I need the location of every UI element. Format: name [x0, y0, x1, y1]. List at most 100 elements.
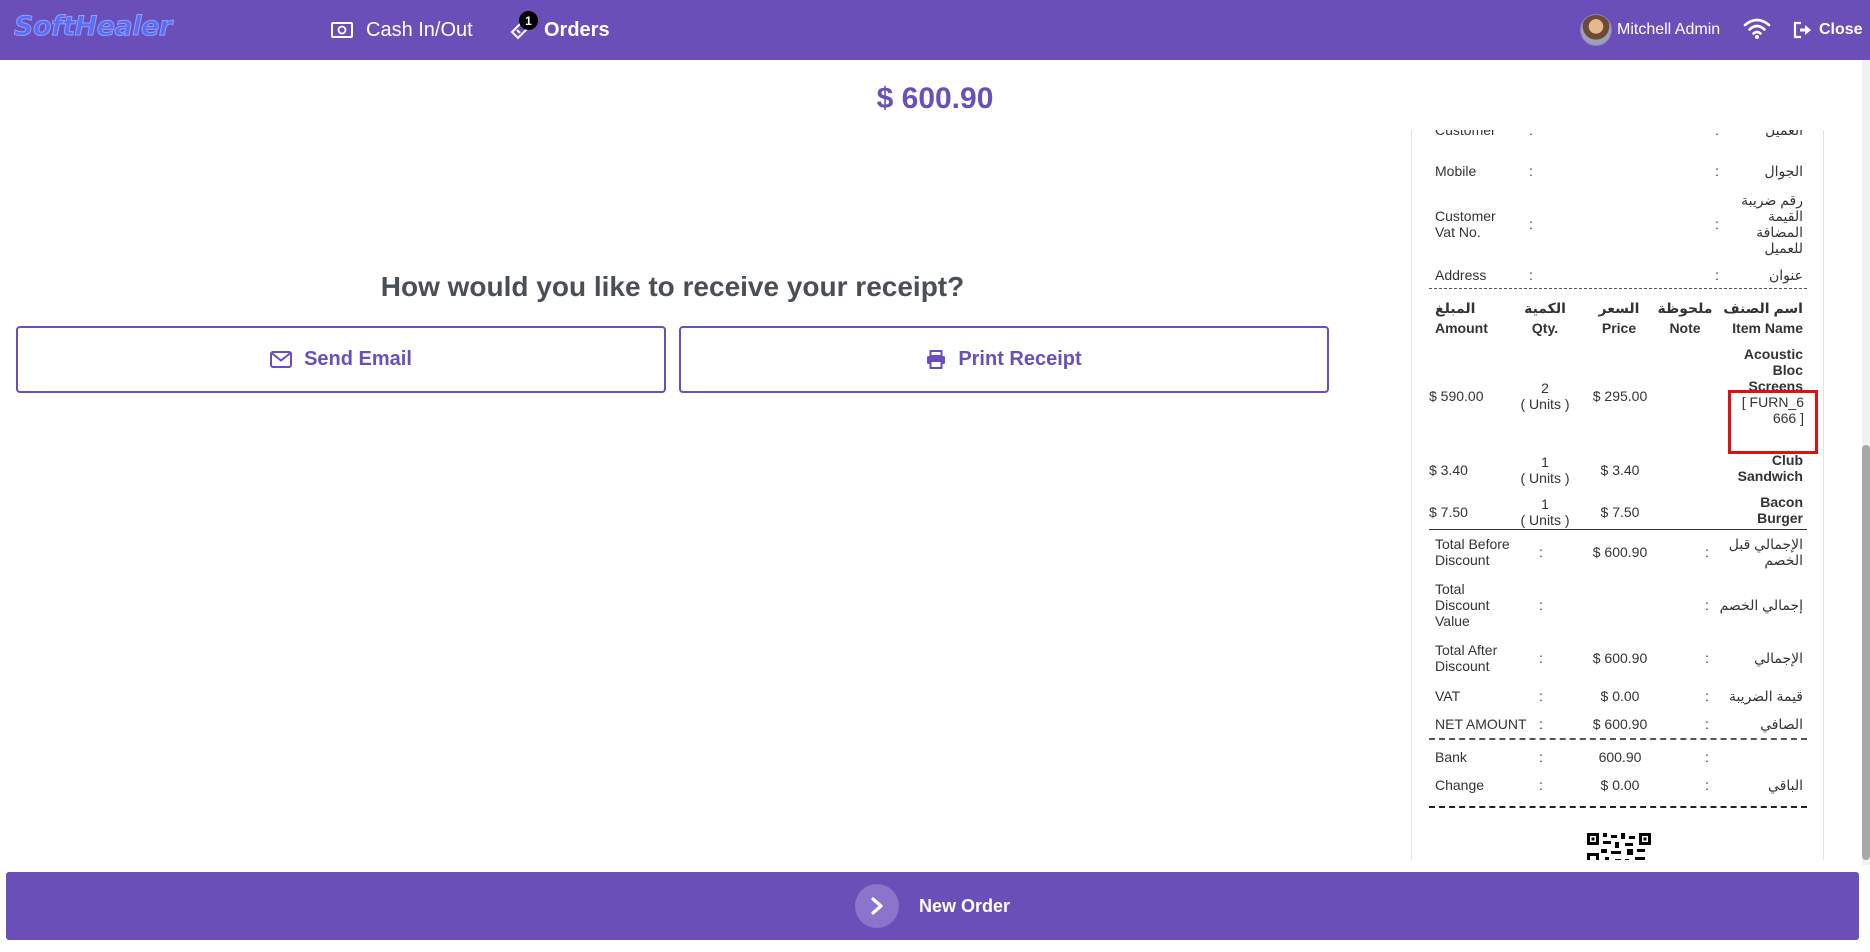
- mobile-label: Mobile: [1435, 163, 1477, 179]
- colon: :: [1715, 163, 1719, 179]
- nav-cash-in-out[interactable]: Cash In/Out: [330, 16, 473, 44]
- divider: [1429, 738, 1807, 740]
- vat-no-label-ar: رقم ضريبة القيمة المضافة للعميل: [1741, 192, 1803, 256]
- user-name: Mitchell Admin: [1617, 21, 1721, 38]
- payment-value: 600.90: [1598, 749, 1642, 765]
- top-navbar: SoftHealer Cash In/Out 1 Orders Mitchell…: [0, 0, 1870, 60]
- line-qty: 1: [1541, 496, 1549, 512]
- receipt-total-row: NET AMOUNT : $ 600.90 : الصافي: [1429, 716, 1807, 736]
- line-item-name: Club Sandwich: [1737, 452, 1803, 484]
- line-price: $ 7.50: [1600, 504, 1640, 520]
- col-amount: Amount: [1435, 320, 1488, 336]
- orders-count-badge: 1: [519, 11, 538, 30]
- line-unit: ( Units ): [1520, 396, 1570, 412]
- scrollbar-thumb[interactable]: [1862, 445, 1870, 860]
- col-item: Item Name: [1732, 320, 1803, 336]
- col-amount-ar: المبلغ: [1435, 300, 1476, 316]
- total-label: VAT: [1435, 688, 1461, 704]
- col-qty: Qty.: [1531, 320, 1559, 336]
- receipt-line-item: $ 590.00 2 ( Units ) $ 295.00 Acoustic B…: [1429, 346, 1807, 450]
- colon: :: [1529, 216, 1533, 232]
- chevron-right-icon: [854, 884, 899, 928]
- total-label-ar: الإجمالي قبل الخصم: [1728, 536, 1803, 568]
- colon: :: [1539, 777, 1543, 793]
- line-price: $ 3.40: [1600, 462, 1640, 478]
- new-order-button[interactable]: New Order: [6, 872, 1859, 940]
- line-item-name: Bacon Burger: [1757, 494, 1803, 526]
- col-price-ar: السعر: [1598, 300, 1640, 316]
- total-value: $ 600.90: [1592, 716, 1648, 732]
- total-value: $ 600.90: [1592, 650, 1648, 666]
- colon: :: [1529, 163, 1533, 179]
- payment-total: $ 600.90: [0, 82, 1870, 116]
- mobile-label-ar: الجوال: [1764, 163, 1804, 179]
- close-label: Close: [1819, 21, 1863, 38]
- receipt-payment-row: Bank : 600.90 :: [1429, 749, 1807, 769]
- address-label: Address: [1435, 267, 1487, 283]
- qr-code: [1587, 833, 1651, 860]
- colon: :: [1539, 650, 1543, 666]
- printer-icon: [927, 350, 946, 369]
- line-amount: $ 7.50: [1429, 504, 1468, 520]
- total-label-ar: الإجمالي: [1754, 650, 1803, 666]
- customer-label-ar: العميل: [1765, 130, 1803, 138]
- payment-label: Bank: [1435, 749, 1467, 765]
- payment-label: Change: [1435, 777, 1485, 793]
- line-amount: $ 3.40: [1429, 462, 1468, 478]
- receipt-info-row: Customer : : العميل: [1429, 130, 1807, 150]
- total-label-ar: قيمة الضريبة: [1728, 688, 1803, 704]
- softhealer-logo: SoftHealer: [14, 11, 173, 43]
- colon: :: [1705, 749, 1709, 765]
- colon: :: [1705, 650, 1709, 666]
- envelope-icon: [270, 351, 293, 368]
- total-label: Total Discount Value: [1435, 581, 1490, 629]
- new-order-label: New Order: [918, 895, 1011, 916]
- receipt-payment-row: Change : $ 0.00 : الباقي: [1429, 777, 1807, 797]
- line-amount: $ 590.00: [1429, 388, 1484, 404]
- receipt-total-row: Total Before Discount : $ 600.90 : الإجم…: [1429, 536, 1807, 572]
- payment-value: $ 0.00: [1600, 777, 1640, 793]
- colon: :: [1539, 688, 1543, 704]
- total-label-ar: الصافي: [1760, 716, 1803, 732]
- print-receipt-button[interactable]: Print Receipt: [679, 326, 1329, 393]
- colon: :: [1715, 216, 1719, 232]
- divider: [1429, 806, 1807, 808]
- col-price: Price: [1601, 320, 1637, 336]
- divider: [1429, 529, 1807, 530]
- colon: :: [1705, 597, 1709, 613]
- total-value: $ 0.00: [1600, 688, 1640, 704]
- nav-orders[interactable]: 1 Orders: [508, 11, 610, 44]
- colon: :: [1539, 597, 1543, 613]
- receipt-total-row: Total After Discount : $ 600.90 : الإجما…: [1429, 642, 1807, 678]
- ticket-icon: 1: [508, 11, 538, 42]
- col-item-ar: اسم الصنف: [1723, 300, 1803, 316]
- receipt-preview[interactable]: Customer : : العميل Mobile : : الجوال Cu…: [1411, 130, 1824, 860]
- payment-total-value: $ 600.90: [876, 82, 994, 115]
- nav-cash-label: Cash In/Out: [366, 18, 473, 41]
- vat-no-label: Customer Vat No.: [1435, 208, 1496, 240]
- send-email-button[interactable]: Send Email: [16, 326, 666, 393]
- wifi-icon[interactable]: [1743, 16, 1771, 42]
- colon: :: [1705, 544, 1709, 560]
- receipt-total-row: VAT : $ 0.00 : قيمة الضريبة: [1429, 688, 1807, 708]
- colon: :: [1715, 267, 1719, 283]
- receipt-question: How would you like to receive your recei…: [380, 271, 965, 302]
- line-unit: ( Units ): [1520, 512, 1570, 528]
- col-note-ar: ملحوظة: [1657, 300, 1713, 316]
- colon: :: [1715, 130, 1719, 138]
- line-item-name: Acoustic Bloc Screens: [1743, 346, 1803, 394]
- close-button[interactable]: Close: [1793, 18, 1863, 42]
- user-menu[interactable]: Mitchell Admin: [1580, 14, 1720, 46]
- col-note: Note: [1669, 320, 1701, 336]
- receipt-line-item: $ 3.40 1 ( Units ) $ 3.40 Club Sandwich: [1429, 452, 1807, 492]
- colon: :: [1539, 544, 1543, 560]
- line-price: $ 295.00: [1592, 388, 1648, 404]
- line-unit: ( Units ): [1520, 470, 1570, 486]
- nav-orders-label: Orders: [544, 18, 610, 41]
- print-receipt-label: Print Receipt: [958, 348, 1082, 370]
- receipt-line-item: $ 7.50 1 ( Units ) $ 7.50 Bacon Burger: [1429, 494, 1807, 534]
- divider: [1429, 288, 1807, 289]
- colon: :: [1529, 130, 1533, 138]
- total-label: Total Before Discount: [1435, 536, 1510, 568]
- line-qty: 1: [1541, 454, 1549, 470]
